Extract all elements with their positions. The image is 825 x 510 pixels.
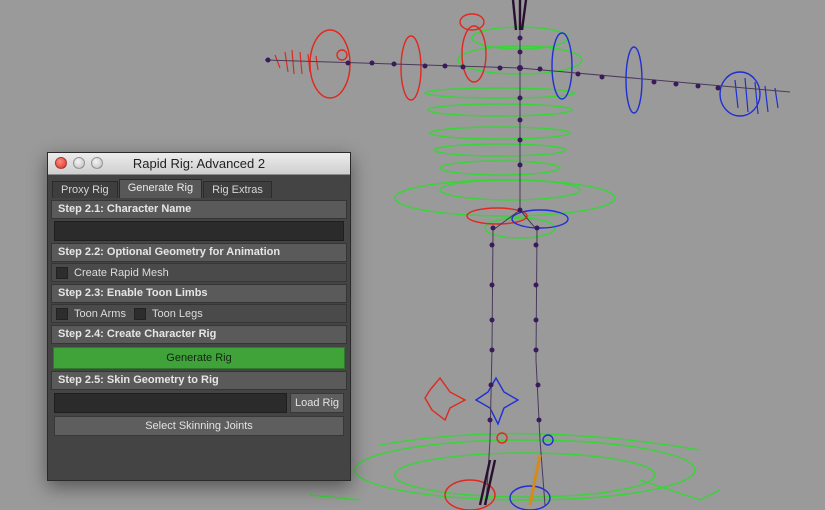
minimize-icon[interactable] (73, 157, 85, 169)
load-rig-input[interactable] (54, 393, 287, 413)
toon-legs-label: Toon Legs (151, 307, 203, 320)
tab-generate-rig[interactable]: Generate Rig (118, 179, 203, 198)
toon-legs-checkbox[interactable] (133, 307, 146, 320)
load-rig-row: Load Rig (54, 393, 344, 413)
generate-rig-panel: Step 2.1: Character Name Step 2.2: Optio… (48, 200, 350, 436)
window-titlebar[interactable]: Rapid Rig: Advanced 2 (48, 153, 350, 175)
tab-bar: Proxy Rig Generate Rig Rig Extras (48, 179, 350, 198)
tab-proxy-rig[interactable]: Proxy Rig (52, 181, 118, 198)
rapid-rig-window: Rapid Rig: Advanced 2 Proxy Rig Generate… (47, 152, 351, 481)
generate-rig-button[interactable]: Generate Rig (53, 347, 345, 369)
close-icon[interactable] (55, 157, 67, 169)
step-skin-geometry-header[interactable]: Step 2.5: Skin Geometry to Rig (51, 371, 347, 390)
step-create-character-rig-header[interactable]: Step 2.4: Create Character Rig (51, 325, 347, 344)
load-rig-button[interactable]: Load Rig (290, 393, 344, 413)
step-toon-limbs-header[interactable]: Step 2.3: Enable Toon Limbs (51, 284, 347, 303)
step-character-name-header[interactable]: Step 2.1: Character Name (51, 200, 347, 219)
create-rapid-mesh-label: Create Rapid Mesh (74, 266, 169, 279)
create-rapid-mesh-checkbox[interactable] (56, 266, 68, 279)
window-controls (55, 157, 103, 169)
window-title: Rapid Rig: Advanced 2 (132, 156, 266, 171)
toon-arms-label: Toon Arms (74, 307, 126, 320)
tab-rig-extras[interactable]: Rig Extras (203, 181, 272, 198)
create-rapid-mesh-row[interactable]: Create Rapid Mesh (51, 263, 347, 282)
maximize-icon[interactable] (91, 157, 103, 169)
toon-arms-checkbox[interactable] (56, 307, 68, 320)
character-name-input[interactable] (54, 221, 344, 241)
step-optional-geometry-header[interactable]: Step 2.2: Optional Geometry for Animatio… (51, 243, 347, 262)
select-skinning-joints-button[interactable]: Select Skinning Joints (54, 416, 344, 436)
toon-limbs-row: Toon Arms Toon Legs (51, 304, 347, 323)
